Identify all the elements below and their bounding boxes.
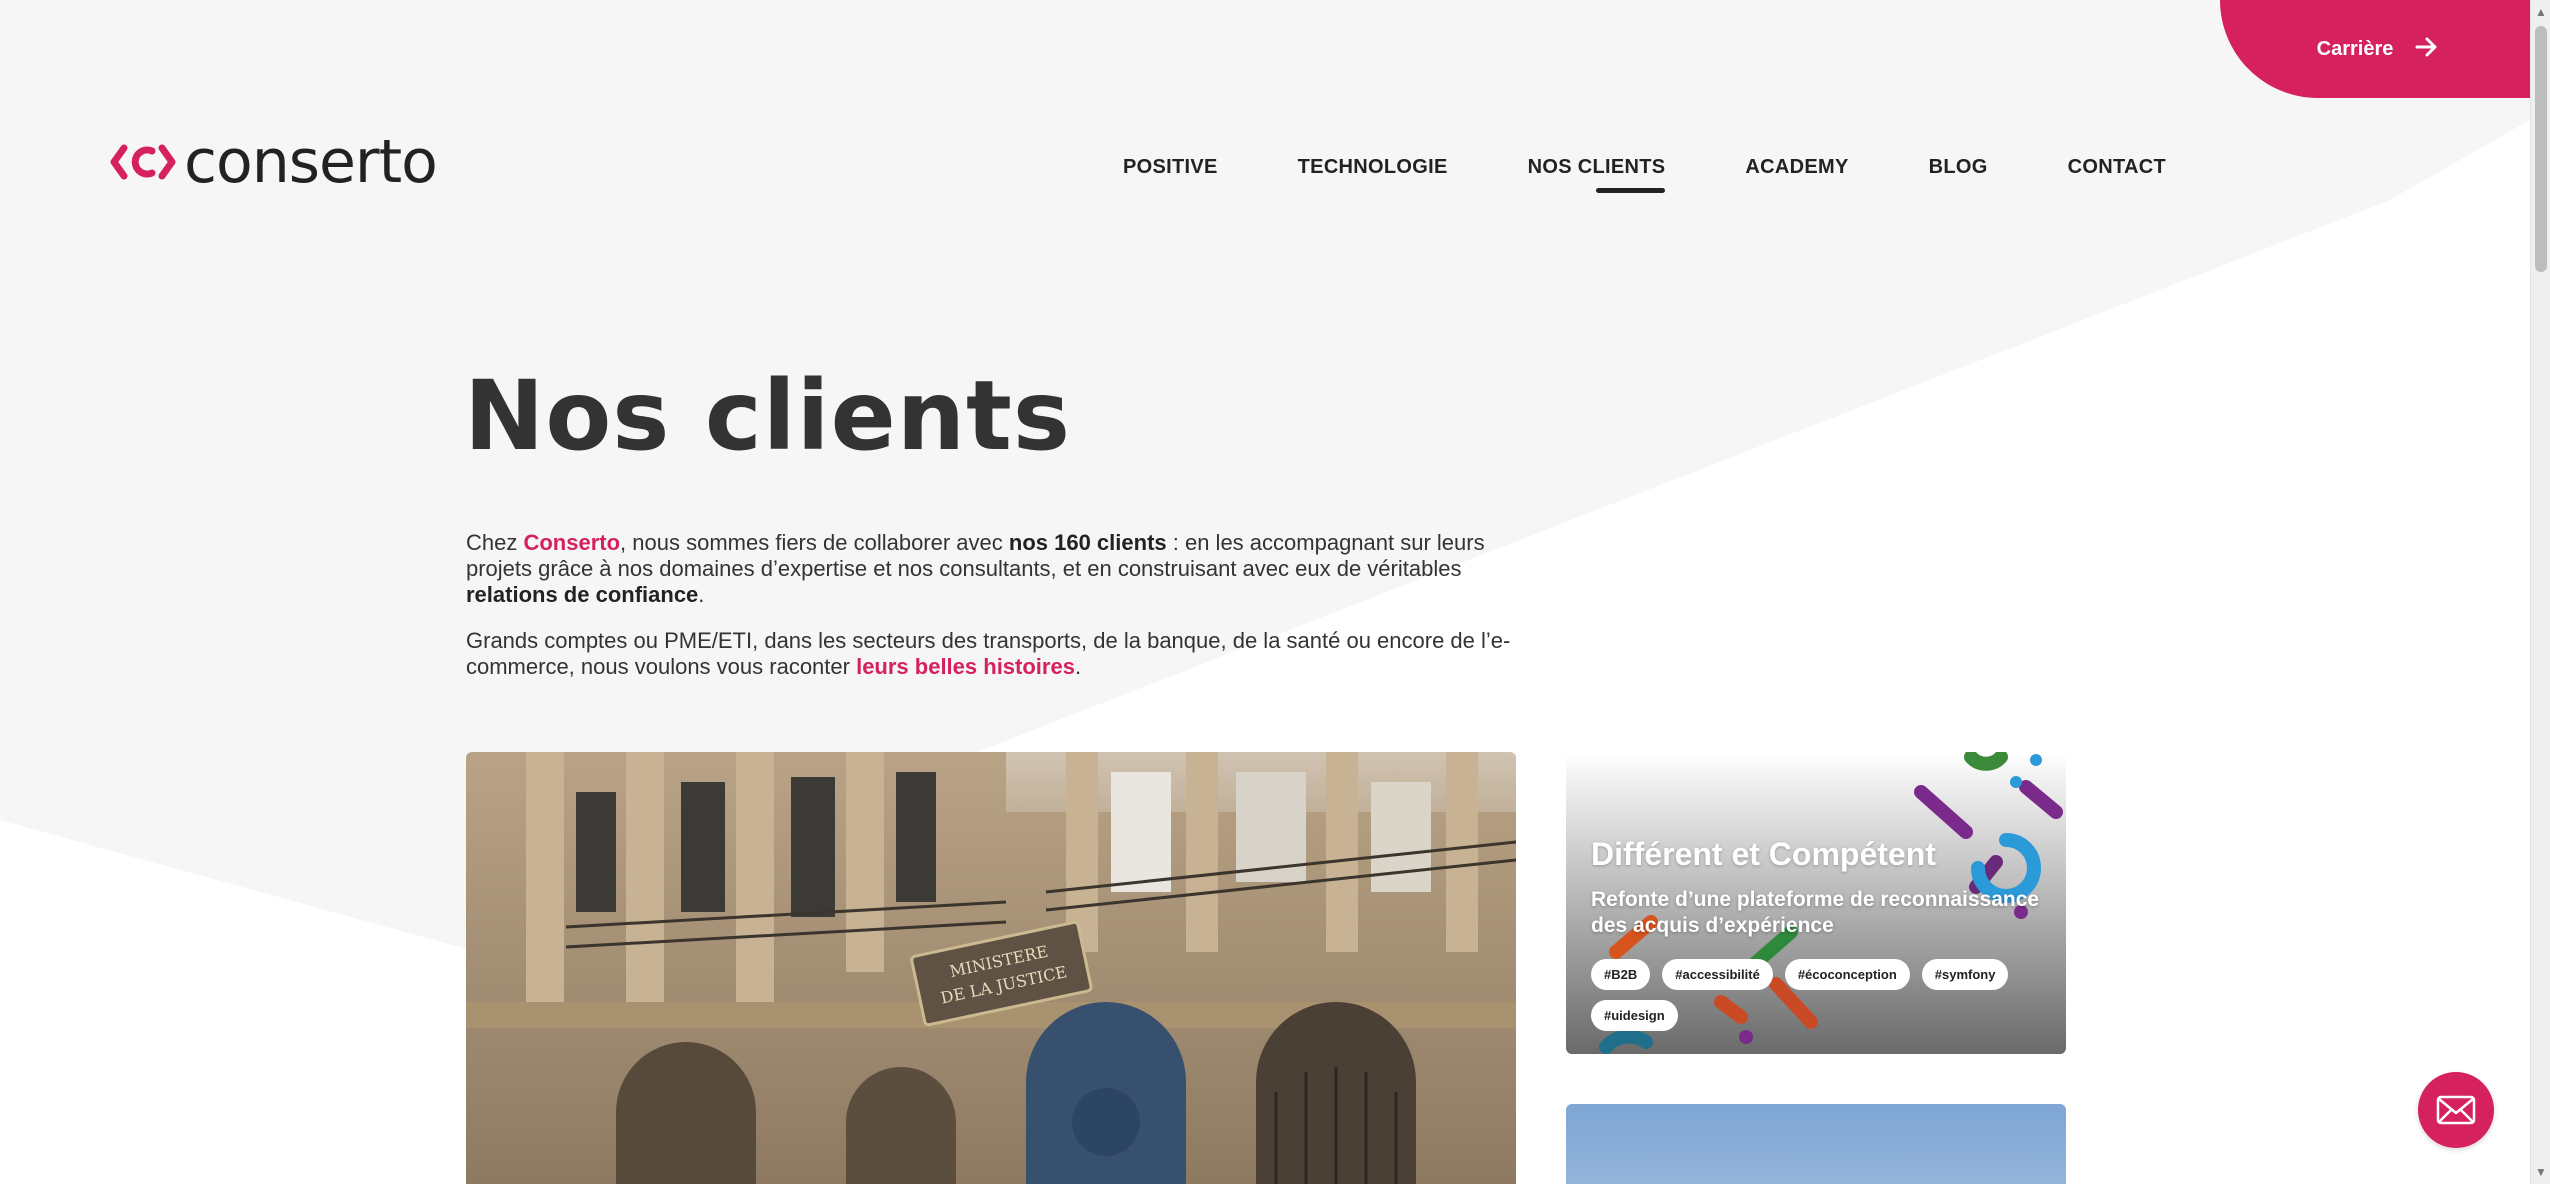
conserto-logo[interactable]: conserto <box>110 127 438 197</box>
intro-paragraph-2: Grands comptes ou PME/ETI, dans les sect… <box>466 628 1526 680</box>
scroll-up-icon[interactable]: ▲ <box>2531 2 2550 22</box>
page-title: Nos clients <box>464 360 1072 472</box>
tag-ecoconception[interactable]: #écoconception <box>1784 959 1910 990</box>
logo-text: conserto <box>184 127 438 197</box>
scrollbar-thumb[interactable] <box>2535 26 2547 272</box>
contact-fab-button[interactable] <box>2418 1072 2494 1148</box>
intro-text-segment: . <box>698 582 705 607</box>
nav-item-academy[interactable]: ACADEMY <box>1745 156 1848 193</box>
tag-accessibilite[interactable]: #accessibilité <box>1662 959 1773 990</box>
card-title: Différent et Compétent <box>1591 836 1936 872</box>
nav-item-contact[interactable]: CONTACT <box>2068 156 2166 193</box>
nav-item-nos-clients[interactable]: NOS CLIENTS <box>1528 156 1666 193</box>
second-case-study-card[interactable] <box>1566 1104 2066 1184</box>
intro-text: Chez Conserto, nous sommes fiers de coll… <box>466 530 1526 700</box>
main-nav: POSITIVE TECHNOLOGIE NOS CLIENTS ACADEMY… <box>1123 156 2166 193</box>
envelope-icon <box>2436 1095 2476 1125</box>
nav-item-technologie[interactable]: TECHNOLOGIE <box>1298 156 1448 193</box>
page-scrollbar[interactable]: ▲ ▼ <box>2530 0 2550 1184</box>
intro-text-segment: Chez <box>466 530 524 555</box>
client-case-photo[interactable]: MINISTERE DE LA JUSTICE <box>466 752 1516 1184</box>
ministry-building-illustration: MINISTERE DE LA JUSTICE <box>466 752 1516 1184</box>
logo-mark-icon <box>110 144 176 180</box>
card-content: Différent et Compétent Refonte d’une pla… <box>1591 836 2046 1031</box>
tag-uidesign[interactable]: #uidesign <box>1591 1000 1678 1031</box>
tag-b2b[interactable]: #B2B <box>1591 959 1651 990</box>
card-subtitle: Refonte d’une plateforme de reconnaissan… <box>1591 888 2040 937</box>
trust-relations: relations de confiance <box>466 582 699 607</box>
case-study-card[interactable]: Différent et Compétent Refonte d’une pla… <box>1566 752 2066 1054</box>
career-button[interactable]: Carrière <box>2220 0 2536 98</box>
nav-item-blog[interactable]: BLOG <box>1929 156 1988 193</box>
arrow-right-icon <box>2415 35 2439 63</box>
clients-count: nos 160 clients <box>1008 530 1167 555</box>
brand-name: Conserto <box>523 530 621 555</box>
tag-list: #B2B #accessibilité #écoconception #symf… <box>1591 959 2031 1031</box>
nav-item-positive[interactable]: POSITIVE <box>1123 156 1218 193</box>
tag-symfony[interactable]: #symfony <box>1921 959 2009 990</box>
career-label: Carrière <box>2316 37 2394 60</box>
intro-text-segment: . <box>1074 654 1082 679</box>
stories-link[interactable]: leurs belles histoires <box>856 654 1075 679</box>
scroll-down-icon[interactable]: ▼ <box>2531 1162 2550 1182</box>
intro-paragraph-1: Chez Conserto, nous sommes fiers de coll… <box>466 530 1526 608</box>
intro-text-segment: , nous sommes fiers de collaborer avec <box>620 530 1009 555</box>
